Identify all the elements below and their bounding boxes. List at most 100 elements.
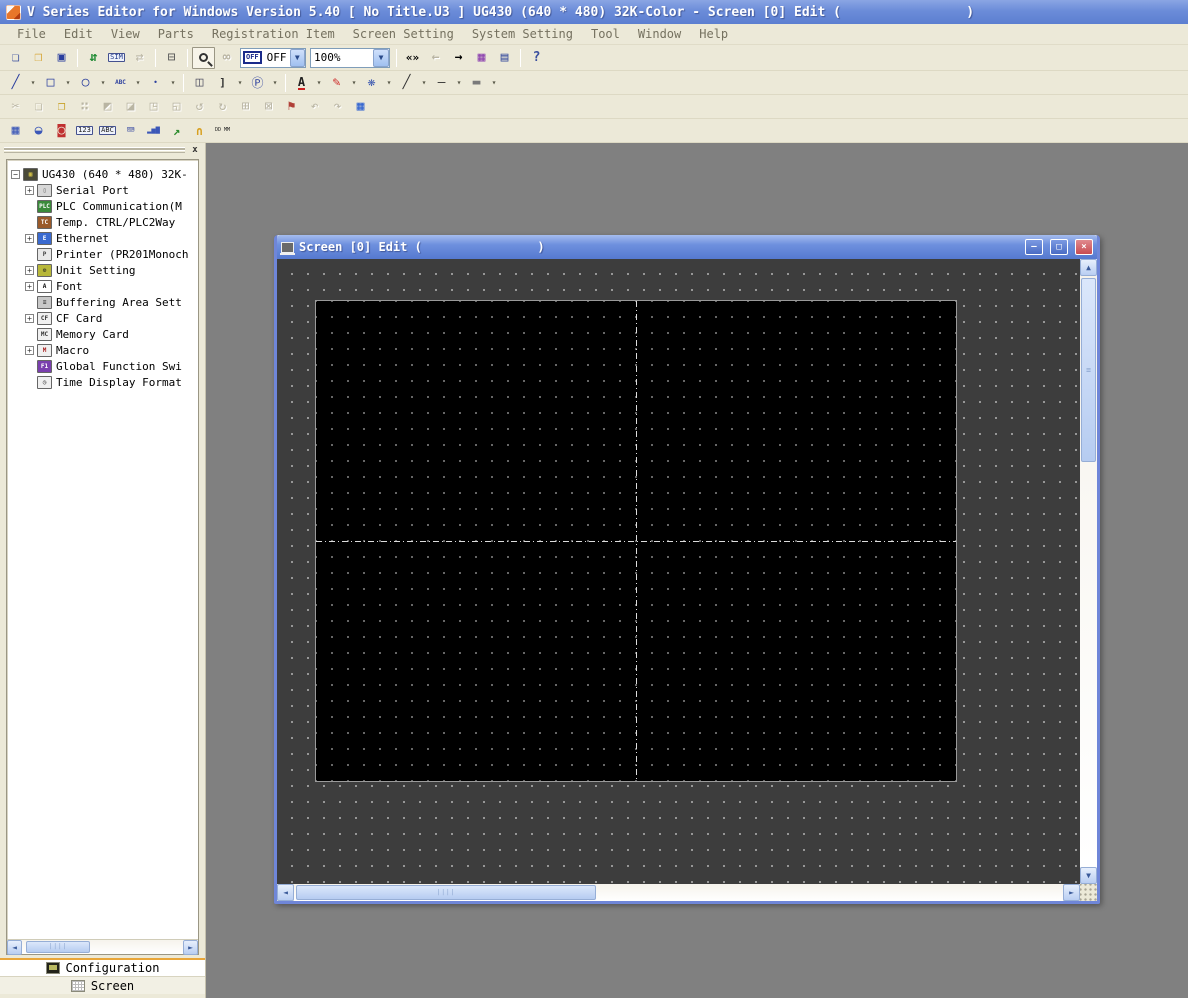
expand-icon[interactable]: + xyxy=(25,282,34,291)
expand-icon[interactable]: + xyxy=(25,234,34,243)
tree-item-unit-setting[interactable]: +⚙Unit Setting xyxy=(11,262,198,278)
collapse-icon[interactable]: − xyxy=(11,170,20,179)
pen-tool-options-icon[interactable]: ▾ xyxy=(348,72,360,94)
date-display-part-button[interactable]: DD MM xyxy=(211,120,234,142)
rotate-right-button[interactable]: ↻ xyxy=(211,96,234,118)
close-button[interactable]: × xyxy=(1075,239,1093,255)
scroll-left-icon[interactable]: ◄ xyxy=(277,884,294,901)
parts-place-button[interactable]: Ⓟ xyxy=(246,72,269,94)
new-file-button[interactable]: ❏ xyxy=(4,47,27,69)
back-screen-button[interactable]: ← xyxy=(424,47,447,69)
ungroup-button[interactable]: ◱ xyxy=(165,96,188,118)
tree-scroll-track[interactable] xyxy=(22,940,183,954)
scroll-right-icon[interactable]: ► xyxy=(1063,884,1080,901)
chevron-down-icon[interactable]: ▼ xyxy=(290,49,305,67)
off-display-combo-value[interactable]: OFF xyxy=(264,51,290,64)
tree-horizontal-scrollbar[interactable]: ◄ ► xyxy=(7,939,198,954)
screen-area[interactable] xyxy=(315,300,957,782)
char-display-part-button[interactable]: ABC xyxy=(96,120,119,142)
tree-item-time-display-format[interactable]: ◷Time Display Format xyxy=(11,374,198,390)
paste-button[interactable]: ❐ xyxy=(50,96,73,118)
vertical-scrollbar[interactable]: ▲ ▼ xyxy=(1080,259,1097,884)
line-attribute-options-icon[interactable]: ▾ xyxy=(418,72,430,94)
area-style-button[interactable]: ▬ xyxy=(465,72,488,94)
open-file-button[interactable]: ❒ xyxy=(27,47,50,69)
menu-view[interactable]: View xyxy=(102,25,149,43)
switch-part-button[interactable]: ▦ xyxy=(4,120,27,142)
box-tool-options-icon[interactable]: ▾ xyxy=(62,72,74,94)
entry-keypad-part-button[interactable]: ⌨ xyxy=(119,120,142,142)
forward-screen-button[interactable]: → xyxy=(447,47,470,69)
buzzer-part-button[interactable]: ∩ xyxy=(188,120,211,142)
multi-copy-button[interactable]: ◫ xyxy=(188,72,211,94)
vertical-scroll-track[interactable] xyxy=(1080,276,1097,867)
vertical-scroll-thumb[interactable] xyxy=(1081,278,1096,462)
tree-item-ethernet[interactable]: +EEthernet xyxy=(11,230,198,246)
lamp-part-button[interactable]: ◒ xyxy=(27,120,50,142)
resize-grip[interactable] xyxy=(1080,884,1097,901)
pen-tool-button[interactable]: ✎ xyxy=(325,72,348,94)
panel-close-icon[interactable]: x xyxy=(189,144,201,156)
area-style-options-icon[interactable]: ▾ xyxy=(488,72,500,94)
grid-snap-setting-button[interactable]: ▦ xyxy=(349,96,372,118)
menu-file[interactable]: File xyxy=(8,25,55,43)
tree-scroll-thumb[interactable] xyxy=(26,941,90,953)
circle-tool-options-icon[interactable]: ▾ xyxy=(97,72,109,94)
menu-tool[interactable]: Tool xyxy=(582,25,629,43)
chevron-down-icon[interactable]: ▼ xyxy=(373,49,389,67)
char-color-options-icon[interactable]: ▾ xyxy=(313,72,325,94)
numeric-display-part-button[interactable]: 123 xyxy=(73,120,96,142)
paste-position-button[interactable]: ⚑ xyxy=(280,96,303,118)
scroll-left-icon[interactable]: ◄ xyxy=(7,940,22,955)
multi-select-button[interactable]: ∷ xyxy=(73,96,96,118)
text-tool-button[interactable]: ABC xyxy=(109,72,132,94)
menu-screen-setting[interactable]: Screen Setting xyxy=(344,25,463,43)
tree-item-printer-pr201monoch[interactable]: PPrinter (PR201Monoch xyxy=(11,246,198,262)
save-file-button[interactable]: ▣ xyxy=(50,47,73,69)
trend-sampling-part-button[interactable]: ↗ xyxy=(165,120,188,142)
bring-to-front-button[interactable]: ◩ xyxy=(96,96,119,118)
tree-item-global-function-swi[interactable]: F1Global Function Swi xyxy=(11,358,198,374)
menu-parts[interactable]: Parts xyxy=(149,25,203,43)
panel-grip-handle[interactable] xyxy=(4,147,185,153)
dot-tool-button[interactable]: • xyxy=(144,72,167,94)
text-tool-options-icon[interactable]: ▾ xyxy=(132,72,144,94)
scroll-down-icon[interactable]: ▼ xyxy=(1080,867,1097,884)
horizontal-scroll-thumb[interactable] xyxy=(296,885,596,900)
horizontal-scroll-track[interactable] xyxy=(294,884,1063,901)
group-button[interactable]: ◳ xyxy=(142,96,165,118)
circle-tool-button[interactable]: ○ xyxy=(74,72,97,94)
edit-canvas[interactable] xyxy=(277,259,1080,884)
graph-part-button[interactable]: ▂▅▇ xyxy=(142,120,165,142)
tab-configuration[interactable]: Configuration xyxy=(0,958,205,976)
parts-place-options-icon[interactable]: ▾ xyxy=(269,72,281,94)
palette-options-icon[interactable]: ▾ xyxy=(383,72,395,94)
minimize-button[interactable]: – xyxy=(1025,239,1043,255)
menu-registration-item[interactable]: Registration Item xyxy=(203,25,344,43)
panel-grip[interactable]: x xyxy=(0,143,205,157)
menu-window[interactable]: Window xyxy=(629,25,690,43)
tree-item-temp-ctrl-plc2way[interactable]: TCTemp. CTRL/PLC2Way xyxy=(11,214,198,230)
bracket-tool-button[interactable]: ] xyxy=(211,72,234,94)
jump-registration-button[interactable]: «» xyxy=(401,47,424,69)
line-tool-button[interactable]: ╱ xyxy=(4,72,27,94)
help-button[interactable]: ? xyxy=(525,47,548,69)
screen-list-button[interactable]: ▦ xyxy=(470,47,493,69)
tree-item-buffering-area-sett[interactable]: ≡Buffering Area Sett xyxy=(11,294,198,310)
alarm-lamp-part-button[interactable]: ◙ xyxy=(50,120,73,142)
horizontal-scrollbar[interactable]: ◄ ► xyxy=(277,884,1080,901)
expand-icon[interactable]: + xyxy=(25,314,34,323)
tree-item-macro[interactable]: +MMacro xyxy=(11,342,198,358)
expand-icon[interactable]: + xyxy=(25,186,34,195)
box-tool-button[interactable]: □ xyxy=(39,72,62,94)
menu-system-setting[interactable]: System Setting xyxy=(463,25,582,43)
tree-item-memory-card[interactable]: MCMemory Card xyxy=(11,326,198,342)
line-width-button[interactable]: ― xyxy=(430,72,453,94)
off-display-combo[interactable]: OFFOFF▼ xyxy=(240,48,306,68)
tab-screen[interactable]: Screen xyxy=(0,976,205,994)
menu-help[interactable]: Help xyxy=(690,25,737,43)
expand-icon[interactable]: + xyxy=(25,266,34,275)
line-width-options-icon[interactable]: ▾ xyxy=(453,72,465,94)
tree-item-plc-communication-m[interactable]: PLCPLC Communication(M xyxy=(11,198,198,214)
tree-item-serial-port[interactable]: +▯Serial Port xyxy=(11,182,198,198)
